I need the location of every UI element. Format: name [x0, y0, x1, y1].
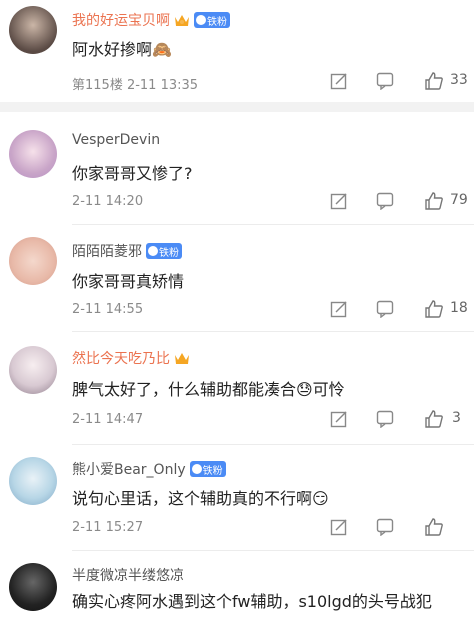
vip-crown-icon: [174, 13, 190, 27]
fan-badge: 铁粉: [189, 461, 226, 477]
edit-icon[interactable]: [330, 192, 348, 210]
avatar[interactable]: [9, 130, 57, 178]
username[interactable]: 熊小爱Bear_Only 铁粉: [72, 459, 226, 479]
fan-badge: 铁粉: [194, 12, 230, 28]
comment-icon[interactable]: [376, 410, 394, 428]
comment-icon[interactable]: [376, 300, 394, 318]
comment-text: 说句心里话，这个辅助真的不行啊😏: [72, 489, 329, 508]
avatar[interactable]: [9, 237, 57, 285]
comment-meta: 2-11 15:27: [72, 520, 144, 535]
like-count: 3: [452, 410, 461, 426]
like-count: 18: [450, 300, 468, 316]
like-icon[interactable]: [424, 409, 444, 429]
comment-item: 熊小爱Bear_Only 铁粉 说句心里话，这个辅助真的不行啊😏 2-11 15…: [0, 445, 474, 549]
avatar[interactable]: [9, 346, 57, 394]
avatar[interactable]: [9, 457, 57, 505]
comment-item: 然比今天吃乃比 脾气太好了，什么辅助都能凑合😓可怜 2-11 14:47 3: [0, 332, 474, 442]
comment-item: 我的好运宝贝啊 铁粉 阿水好掺啊🙈 第115楼 2-11 13:35 33: [0, 0, 474, 100]
username[interactable]: 我的好运宝贝啊 铁粉: [72, 10, 230, 30]
username[interactable]: 半度微凉半缕悠凉: [72, 565, 184, 585]
comment-item: VesperDevin 你家哥哥又惨了? 2-11 14:20 79: [0, 112, 474, 222]
edit-icon[interactable]: [330, 72, 348, 90]
comment-icon[interactable]: [376, 192, 394, 210]
section-divider: [0, 102, 474, 112]
comment-item: 陌陌陌菱邪 铁粉 你家哥哥真矫情 2-11 14:55 18: [0, 225, 474, 330]
comment-meta: 2-11 14:47: [72, 412, 144, 427]
username[interactable]: 陌陌陌菱邪 铁粉: [72, 241, 182, 261]
comment-text: 你家哥哥真矫情: [72, 272, 185, 291]
comment-meta: 第115楼 2-11 13:35: [72, 78, 199, 93]
edit-icon[interactable]: [330, 410, 348, 428]
like-count: 79: [450, 192, 468, 208]
comment-text: 你家哥哥又惨了?: [72, 164, 193, 183]
comment-item: 半度微凉半缕悠凉 确实心疼阿水遇到这个fw辅助，s10lgd的头号战犯: [0, 551, 474, 643]
fan-badge: 铁粉: [146, 243, 182, 259]
like-count: 33: [450, 72, 468, 88]
comment-icon[interactable]: [376, 72, 394, 90]
username[interactable]: 然比今天吃乃比: [72, 348, 190, 368]
comment-meta: 2-11 14:20: [72, 194, 144, 209]
like-icon[interactable]: [424, 299, 444, 319]
comment-meta: 2-11 14:55: [72, 302, 144, 317]
avatar[interactable]: [9, 563, 57, 611]
edit-icon[interactable]: [330, 518, 348, 536]
comment-icon[interactable]: [376, 518, 394, 536]
comment-text: 阿水好掺啊🙈: [72, 40, 172, 59]
edit-icon[interactable]: [330, 300, 348, 318]
like-icon[interactable]: [424, 71, 444, 91]
avatar[interactable]: [9, 6, 57, 54]
username[interactable]: VesperDevin: [72, 132, 160, 148]
like-icon[interactable]: [424, 191, 444, 211]
comment-text: 确实心疼阿水遇到这个fw辅助，s10lgd的头号战犯: [72, 592, 432, 611]
vip-crown-icon: [174, 351, 190, 365]
like-icon[interactable]: [424, 517, 444, 537]
comment-text: 脾气太好了，什么辅助都能凑合😓可怜: [72, 380, 345, 399]
